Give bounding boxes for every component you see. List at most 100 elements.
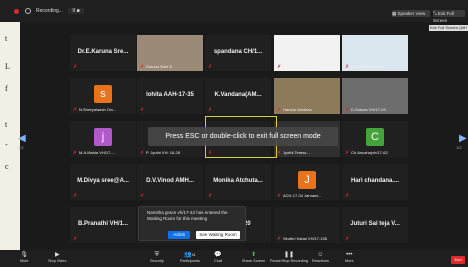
participant-tile[interactable]: ✗ Sindhri Kahal VH/17-155: [274, 207, 340, 243]
strip-char: L: [5, 62, 10, 71]
strip-char: t: [5, 120, 8, 129]
participant-name: Monika Atchuta...: [213, 178, 263, 184]
shield-status-icon: [14, 9, 19, 14]
share-screen-icon: ⬆: [251, 252, 257, 258]
exit-full-screen-hint: Press ESC or double-click to exit full s…: [148, 127, 338, 146]
meeting-toolbar: [0, 250, 468, 267]
toolbar-label: Chat: [214, 259, 223, 263]
muted-microphone-icon: ✗: [140, 193, 145, 199]
toolbar-label: Security: [150, 259, 164, 263]
participant-tile[interactable]: B.Pranathi VH/1... ✗: [70, 207, 136, 243]
strip-char: -: [5, 140, 8, 149]
exit-full-screen-tooltip: Exit Full Screen (Alt+: [429, 25, 468, 31]
participant-tile[interactable]: j ✗ M.A.Mahia VH/17-...: [70, 121, 136, 157]
reactions-button[interactable]: ☺ Reactions: [312, 251, 329, 263]
participant-name: Juturi Sai teja V...: [350, 221, 400, 227]
muted-microphone-icon: ✗: [345, 64, 350, 70]
microphone-icon: 🎙: [20, 252, 29, 258]
participant-name: K.Vandana(AM...: [214, 92, 262, 98]
participants-button[interactable]: 👥41 Participants: [180, 251, 200, 263]
muted-microphone-icon: ✗: [73, 193, 78, 199]
participants-icon: 👥41: [183, 252, 196, 258]
muted-microphone-icon: ✗: [73, 236, 78, 242]
participant-name: Dr.E.Karuna Sre...: [77, 49, 129, 55]
exit-full-screen-button[interactable]: ⤡ Exit Full Screen: [433, 10, 465, 23]
participant-label: Harsha Vardhan: [283, 107, 312, 112]
video-button[interactable]: ▶ Stop Video: [48, 251, 67, 263]
avatar: j: [94, 128, 112, 146]
toolbar-label: Reactions: [312, 259, 329, 263]
participant-label: ACH-17-05 Jaya M...: [283, 64, 321, 69]
participant-tile[interactable]: ✗ Harsha Vardhan: [274, 78, 340, 114]
prev-page-arrow-icon[interactable]: ◀: [18, 133, 26, 144]
participant-name: lohita AAH-17-35: [146, 92, 194, 98]
muted-microphone-icon: ✗: [277, 150, 282, 156]
participant-name: D.V.Vinod AMH...: [146, 178, 194, 184]
muted-microphone-icon: ✗: [345, 193, 350, 199]
chat-button[interactable]: 💬 Chat: [214, 251, 222, 263]
participant-tile[interactable]: Monika Atchuta... ✗: [205, 164, 271, 200]
muted-microphone-icon: ✗: [73, 150, 78, 156]
share-screen-button[interactable]: ⬆ Share Screen: [242, 251, 265, 263]
avatar: C: [366, 128, 384, 146]
strip-char: t: [5, 34, 8, 43]
muted-microphone-icon: ✗: [73, 64, 78, 70]
participant-label: Karuna Sree E: [146, 64, 173, 69]
participant-tile[interactable]: K.Vandana(AM... ✗: [205, 78, 271, 114]
end-meeting-button[interactable]: End: [451, 256, 465, 264]
participant-tile[interactable]: Juturi Sai teja V... ✗: [342, 207, 408, 243]
avatar: s: [94, 85, 112, 103]
participant-tile[interactable]: Dr.E.Karuna Sre... ✗: [70, 35, 136, 71]
participant-name: M.Divya sree@A...: [77, 178, 129, 184]
participant-tile[interactable]: ✗ Karuna Sree E: [137, 35, 203, 71]
participant-tile[interactable]: s ✗ N.Shreyaharsh Orc...: [70, 78, 136, 114]
muted-microphone-icon: ✗: [140, 150, 145, 156]
participant-name: spandana CH/1...: [213, 49, 263, 55]
next-page-arrow-icon[interactable]: ▶: [459, 133, 467, 144]
muted-microphone-icon: ✗: [277, 236, 282, 242]
microphone-button[interactable]: 🎙 Mute: [20, 251, 28, 263]
shield-button[interactable]: ⛨ Security: [150, 251, 164, 263]
participant-label: Jyothi Teress...: [283, 150, 310, 155]
avatar: J: [298, 171, 316, 189]
participant-tile[interactable]: J ✗ ACH-17-34 Jahnavi...: [274, 164, 340, 200]
recording-label: Recording...: [36, 8, 63, 14]
more-button[interactable]: ••• More: [345, 251, 354, 263]
muted-microphone-icon: ✗: [345, 236, 350, 242]
more-icon: •••: [346, 252, 353, 258]
toolbar-label: Participants: [180, 259, 200, 263]
participant-tile[interactable]: ✗ ACH-17-05 Jaya M...: [274, 35, 340, 71]
muted-microphone-icon: ✗: [208, 193, 213, 199]
participant-tile[interactable]: Hari chandana.... ✗: [342, 164, 408, 200]
admit-button[interactable]: Admit: [168, 231, 190, 239]
muted-microphone-icon: ✗: [277, 64, 282, 70]
toolbar-label: Mute: [20, 259, 29, 263]
participant-tile[interactable]: ✗ D.Sravan VH/17-03: [342, 78, 408, 114]
participant-name: Hari chandana....: [350, 178, 399, 184]
reactions-icon: ☺: [317, 252, 324, 258]
pause-stop-recording-button[interactable]: II ■: [68, 8, 84, 14]
speaker-view-label: Speaker View: [397, 11, 426, 16]
participant-tile[interactable]: M.Divya sree@A... ✗: [70, 164, 136, 200]
participant-tile[interactable]: lohita AAH-17-35 ✗: [137, 78, 203, 114]
speaker-view-button[interactable]: ▦ Speaker View: [392, 10, 430, 17]
recording-button[interactable]: ❚❚ Pause/Stop Recording: [270, 251, 308, 263]
participant-label: Chandrakala Ach-1...: [351, 64, 389, 69]
muted-microphone-icon: ✗: [277, 107, 282, 113]
muted-microphone-icon: ✗: [345, 150, 350, 156]
toolbar-label: Stop Video: [48, 259, 67, 263]
participant-tile[interactable]: spandana CH/1... ✗: [205, 35, 271, 71]
participant-tile[interactable]: D.V.Vinod AMH... ✗: [137, 164, 203, 200]
page-indicator-right: 1/2: [456, 145, 462, 150]
participant-tile[interactable]: C ✗ Ch.Anusha(vh/17-62: [342, 121, 408, 157]
video-icon: ▶: [54, 252, 60, 258]
participant-name: B.Pranathi VH/1...: [77, 221, 128, 227]
muted-microphone-icon: ✗: [345, 107, 350, 113]
participant-label: Ch.Anusha(vh/17-62: [351, 150, 388, 155]
see-waiting-room-button[interactable]: See Waiting Room: [196, 231, 240, 239]
muted-microphone-icon: ✗: [208, 64, 213, 70]
participant-tile[interactable]: ✗ Chandrakala Ach-1...: [342, 35, 408, 71]
muted-microphone-icon: ✗: [140, 64, 145, 70]
info-icon[interactable]: [25, 8, 31, 14]
background-document-strip: t L f t - c: [0, 22, 20, 250]
